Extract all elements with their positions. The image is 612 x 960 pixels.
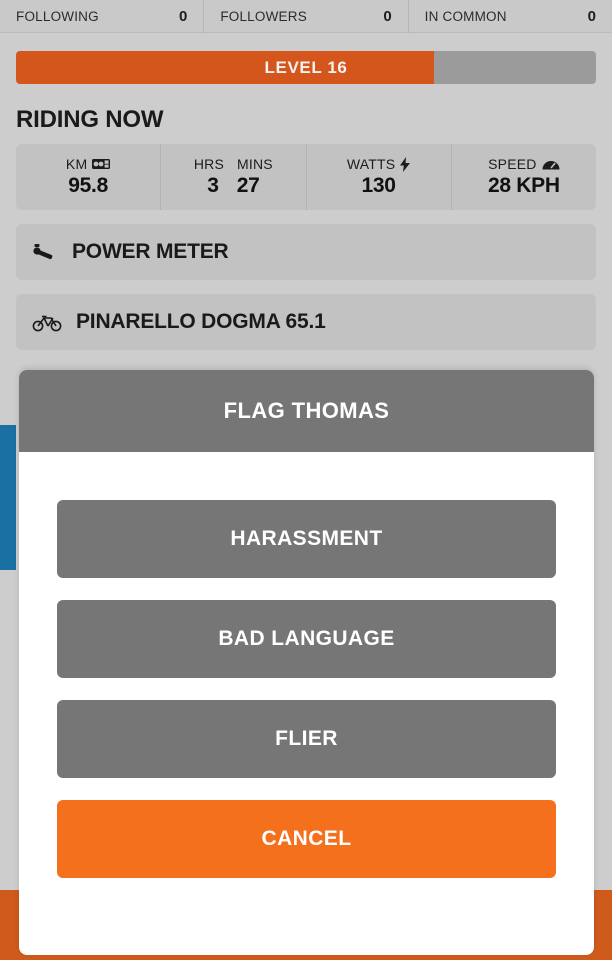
stat-label-watts-text: WATTS bbox=[346, 156, 396, 172]
app-screen: FOLLOWING 0 FOLLOWERS 0 IN COMMON 0 LEVE… bbox=[0, 0, 612, 960]
stat-watts: WATTS 130 bbox=[307, 144, 452, 210]
stat-label-speed: SPEED bbox=[488, 156, 560, 172]
page-title: RIDING NOW bbox=[16, 106, 164, 133]
stat-label-mins: MINS bbox=[237, 156, 273, 172]
level-progress-bar: LEVEL 16 bbox=[16, 51, 596, 84]
stat-label-watts: WATTS bbox=[346, 156, 411, 172]
stat-value-time: 3 27 bbox=[207, 174, 259, 198]
stat-value-km: 95.8 bbox=[68, 174, 108, 197]
lightning-bolt-icon bbox=[400, 156, 411, 172]
social-cell-followers[interactable]: FOLLOWERS 0 bbox=[204, 0, 409, 33]
social-label-following: FOLLOWING bbox=[16, 9, 99, 24]
stat-value-speed: 28 KPH bbox=[488, 174, 560, 197]
level-progress-section: LEVEL 16 bbox=[0, 33, 612, 98]
stat-value-mins: 27 bbox=[236, 174, 260, 197]
equipment-label-bike: PINARELLO DOGMA 65.1 bbox=[76, 310, 326, 333]
odometer-icon bbox=[92, 158, 111, 170]
social-label-in-common: IN COMMON bbox=[424, 9, 507, 24]
social-value-followers: 0 bbox=[383, 8, 392, 25]
flier-button[interactable]: FLIER bbox=[57, 700, 556, 778]
social-value-following: 0 bbox=[178, 8, 188, 25]
social-cell-in-common[interactable]: IN COMMON 0 bbox=[409, 0, 612, 33]
stat-label-speed-text: SPEED bbox=[488, 156, 537, 172]
stat-value-watts: 130 bbox=[361, 174, 396, 197]
harassment-button[interactable]: HARASSMENT bbox=[57, 500, 556, 578]
stat-label-hrs: HRS bbox=[193, 156, 225, 172]
bad-language-button[interactable]: BAD LANGUAGE bbox=[57, 600, 556, 678]
stat-label-km-text: KM bbox=[65, 156, 88, 172]
stat-label-time: HRS MINS bbox=[194, 156, 273, 172]
equipment-row-bike[interactable]: PINARELLO DOGMA 65.1 bbox=[16, 294, 596, 350]
flag-modal: FLAG THOMAS HARASSMENT BAD LANGUAGE FLIE… bbox=[19, 370, 594, 955]
social-cell-following[interactable]: FOLLOWING 0 bbox=[0, 0, 205, 33]
crank-arm-icon bbox=[32, 242, 58, 262]
level-progress-label: LEVEL 16 bbox=[264, 57, 348, 77]
stat-label-km: KM bbox=[65, 156, 111, 172]
flag-modal-header: FLAG THOMAS bbox=[19, 370, 594, 452]
equipment-row-power-meter[interactable]: POWER METER bbox=[16, 224, 596, 280]
social-label-followers: FOLLOWERS bbox=[220, 9, 307, 24]
speedometer-icon bbox=[542, 158, 560, 170]
social-value-in-common: 0 bbox=[587, 8, 596, 25]
stat-km: KM 95.8 bbox=[16, 144, 162, 210]
stat-speed: SPEED 28 KPH bbox=[452, 144, 596, 210]
riding-stats-row: KM 95.8 HRS MINS 3 27 WATTS 130 SPEED 28… bbox=[16, 144, 596, 210]
stat-value-hrs: 3 bbox=[207, 174, 219, 197]
side-accent-bar bbox=[0, 425, 16, 570]
flag-modal-body: HARASSMENT BAD LANGUAGE FLIER CANCEL bbox=[19, 452, 594, 878]
cancel-button[interactable]: CANCEL bbox=[57, 800, 556, 878]
flag-modal-title: FLAG THOMAS bbox=[223, 398, 390, 423]
bicycle-icon bbox=[32, 312, 62, 332]
social-stats-bar: FOLLOWING 0 FOLLOWERS 0 IN COMMON 0 bbox=[0, 0, 612, 33]
equipment-label-power-meter: POWER METER bbox=[72, 240, 229, 263]
stat-time: HRS MINS 3 27 bbox=[161, 144, 307, 210]
